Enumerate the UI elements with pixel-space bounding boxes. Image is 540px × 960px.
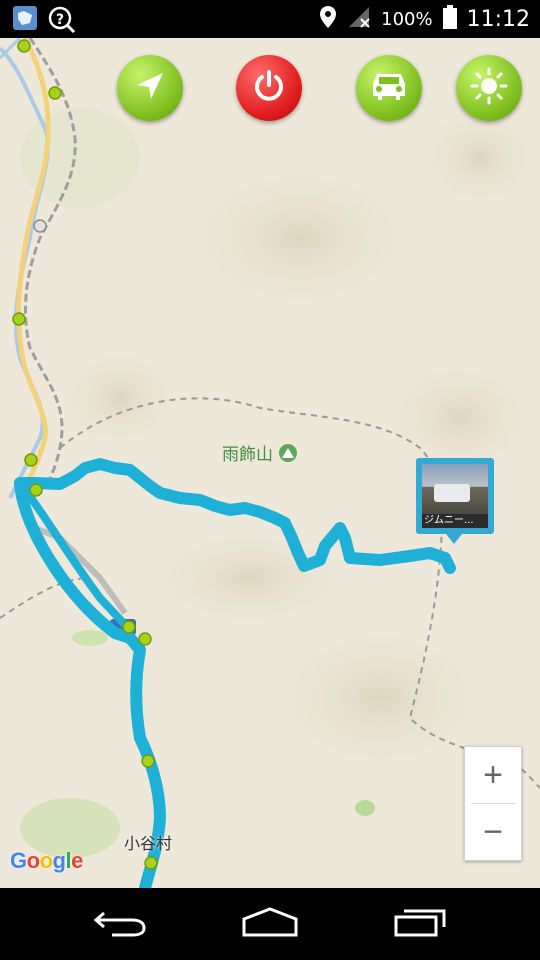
recents-icon xyxy=(392,907,448,941)
home-icon xyxy=(241,907,299,941)
navigation-bar xyxy=(0,888,540,960)
status-bar: ? 100% 11:12 xyxy=(0,0,540,38)
google-attribution: Google xyxy=(10,848,83,873)
car-icon xyxy=(369,70,409,106)
power-icon xyxy=(251,68,287,108)
photo-caption: ジムニー... xyxy=(422,514,488,528)
back-icon xyxy=(92,907,148,941)
home-button[interactable] xyxy=(240,904,300,944)
battery-percent: 100% xyxy=(381,8,433,30)
navigate-button[interactable] xyxy=(117,55,183,121)
photo-marker[interactable]: ジムニー... xyxy=(416,458,496,544)
back-button[interactable] xyxy=(90,904,150,944)
station-marker xyxy=(33,219,47,233)
peak-icon xyxy=(279,443,297,462)
signal-icon xyxy=(347,5,371,34)
help-notification-icon: ? xyxy=(48,5,76,37)
sun-icon xyxy=(469,66,509,110)
navigation-arrow-icon xyxy=(133,69,167,107)
location-icon xyxy=(319,5,337,34)
app-notification-icon xyxy=(12,5,38,37)
zoom-out-button[interactable]: − xyxy=(465,804,521,860)
zoom-in-button[interactable]: + xyxy=(465,747,521,803)
power-button[interactable] xyxy=(236,55,302,121)
battery-icon xyxy=(442,4,457,34)
zoom-controls: + − xyxy=(464,746,522,861)
brightness-button[interactable] xyxy=(456,55,522,121)
photo-thumbnail xyxy=(422,464,488,514)
recents-button[interactable] xyxy=(390,904,450,944)
map-view[interactable]: 雨飾山 小谷村 ジムニー... + − Google xyxy=(0,38,540,888)
village-label: 小谷村 xyxy=(124,834,173,853)
car-button[interactable] xyxy=(356,55,422,121)
svg-text:?: ? xyxy=(56,12,64,28)
mountain-name: 雨飾山 xyxy=(222,445,273,465)
clock: 11:12 xyxy=(466,6,530,32)
mountain-label: 雨飾山 xyxy=(222,440,297,465)
